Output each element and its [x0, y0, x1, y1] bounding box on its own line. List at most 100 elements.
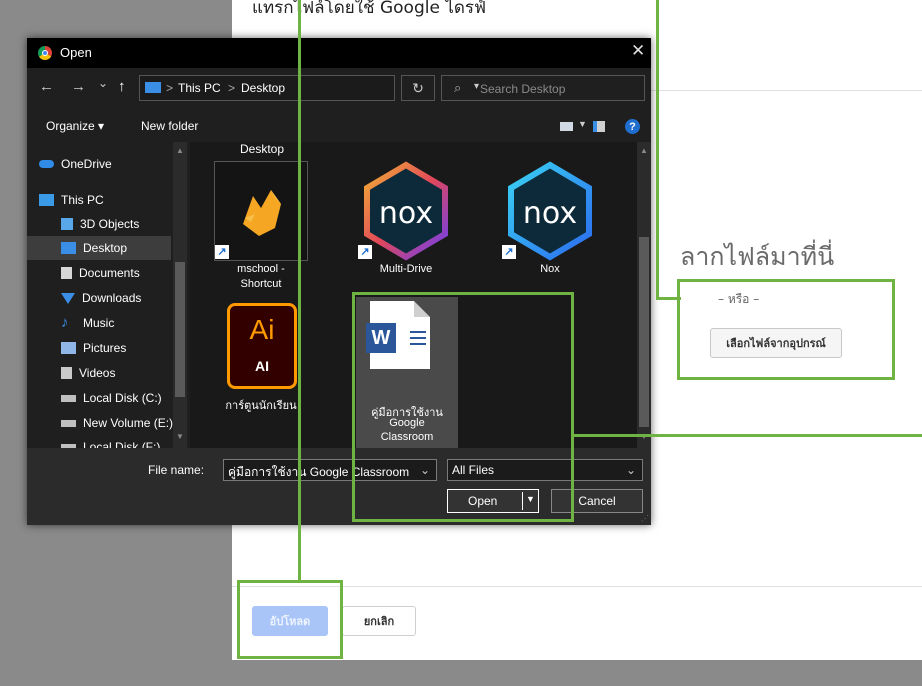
illustrator-logo-text: Ai: [249, 314, 275, 345]
sidebar-item-downloads[interactable]: Downloads: [27, 286, 185, 310]
file-item-multi-drive[interactable]: nox ↗ Multi-Drive: [356, 161, 456, 279]
group-header: Desktop: [240, 142, 285, 156]
file-name-label: File name:: [148, 463, 205, 477]
refresh-icon[interactable]: ↻: [401, 75, 435, 101]
chrome-icon: [38, 46, 52, 60]
illustrator-icon: Ai AI: [227, 303, 297, 389]
chevron-down-icon[interactable]: ▼: [578, 119, 587, 129]
annotation-box-select: [677, 279, 895, 380]
content-scroll-thumb[interactable]: [639, 237, 649, 427]
annotation-box-upload: [237, 580, 343, 659]
breadcrumb-desktop[interactable]: Desktop: [241, 81, 285, 95]
nox-icon: nox: [503, 161, 597, 261]
cube-icon: [61, 218, 73, 230]
sidebar-item-onedrive[interactable]: OneDrive: [27, 152, 185, 176]
scroll-down-icon[interactable]: ▼: [176, 432, 184, 441]
insert-title: แทรกไฟล์โดยใช้ Google ไดรฟ์: [252, 0, 487, 18]
sidebar-item-new-volume-e[interactable]: New Volume (E:): [27, 411, 185, 435]
this-pc-icon: [145, 82, 161, 93]
sidebar-item-label: This PC: [61, 193, 104, 207]
search-placeholder: Search Desktop: [480, 82, 566, 96]
sidebar-item-local-disk-f[interactable]: Local Disk (F:): [27, 435, 185, 448]
scroll-up-icon[interactable]: ▲: [176, 146, 184, 155]
annotation-line: [574, 434, 922, 437]
sidebar-item-label: Desktop: [83, 241, 128, 255]
forward-icon[interactable]: →: [71, 78, 86, 95]
sidebar-item-label: OneDrive: [61, 157, 112, 171]
sidebar-item-this-pc[interactable]: This PC: [27, 188, 185, 212]
computer-icon: [39, 194, 54, 206]
navigation-bar: ← → ⌄ ↑ > This PC > Desktop ▾ ↻ ⌕ Search…: [27, 74, 651, 104]
breadcrumb-separator: >: [166, 81, 174, 95]
search-icon: ⌕: [454, 80, 462, 95]
file-name: Nox: [540, 263, 560, 275]
sidebar-scroll-thumb[interactable]: [175, 262, 185, 397]
svg-text:nox: nox: [523, 196, 577, 231]
search-input[interactable]: ⌕ Search Desktop: [441, 75, 645, 101]
cancel-upload-button[interactable]: ยกเลิก: [342, 606, 416, 636]
chevron-down-icon[interactable]: ⌄: [626, 463, 636, 477]
nox-icon: nox: [359, 161, 453, 261]
drive-icon: [61, 394, 76, 402]
sidebar-item-label: Local Disk (F:): [83, 440, 161, 448]
help-icon[interactable]: ?: [625, 119, 640, 134]
file-name: Shortcut: [240, 278, 282, 290]
breadcrumb-separator: >: [228, 81, 236, 95]
breadcrumb-this-pc[interactable]: This PC: [178, 81, 221, 95]
command-bar: Organize ▾ New folder ▼ ?: [27, 114, 651, 140]
sidebar-item-label: Music: [83, 316, 115, 330]
resize-grip-icon[interactable]: ⋰: [641, 514, 649, 523]
video-icon: [61, 367, 72, 379]
back-icon[interactable]: ←: [39, 78, 54, 95]
up-icon[interactable]: ↑: [118, 78, 126, 95]
close-icon[interactable]: ✕: [631, 41, 645, 61]
scroll-up-icon[interactable]: ▲: [640, 146, 648, 155]
file-name: Multi-Drive: [379, 263, 433, 275]
sidebar-item-music[interactable]: ♪ Music: [27, 311, 185, 335]
download-icon: [61, 292, 75, 304]
sidebar-item-videos[interactable]: Videos: [27, 361, 185, 385]
file-name: การ์ตูนนักเรียน: [225, 400, 297, 412]
document-icon: [61, 267, 72, 279]
sidebar-item-label: Pictures: [83, 341, 127, 355]
recent-locations-icon[interactable]: ⌄: [98, 76, 108, 90]
svg-text:nox: nox: [379, 196, 433, 231]
cloud-icon: [39, 160, 54, 168]
drag-text: ลากไฟล์มาที่นี่: [680, 242, 835, 271]
sidebar-item-label: Videos: [79, 366, 116, 380]
sidebar-item-3d-objects[interactable]: 3D Objects: [27, 212, 185, 236]
sidebar-item-label: Documents: [79, 266, 140, 280]
dialog-title: Open: [60, 45, 92, 60]
sidebar-item-local-disk-c[interactable]: Local Disk (C:): [27, 386, 185, 410]
sidebar-item-documents[interactable]: Documents: [27, 261, 185, 285]
desktop-icon: [61, 242, 76, 254]
pictures-icon: [61, 342, 76, 354]
sidebar-item-pictures[interactable]: Pictures: [27, 336, 185, 360]
annotation-line: [298, 0, 301, 582]
sidebar-item-label: Downloads: [82, 291, 142, 305]
sidebar-item-label: New Volume (E:): [83, 416, 174, 430]
navigation-pane: OneDrive This PC 3D Objects Desktop Docu…: [27, 142, 187, 448]
content-scrollbar[interactable]: ▲ ▼: [637, 142, 651, 448]
file-item-nox[interactable]: nox ↗ Nox: [500, 161, 600, 279]
view-options-icon[interactable]: [560, 122, 573, 131]
preview-pane-icon[interactable]: [593, 121, 605, 132]
shortcut-arrow-icon: ↗: [358, 245, 372, 259]
sidebar-item-desktop[interactable]: Desktop: [27, 236, 171, 260]
drive-icon: [61, 419, 76, 427]
sidebar-item-label: 3D Objects: [80, 217, 140, 231]
sidebar-item-label: Local Disk (C:): [83, 391, 162, 405]
sidebar-scrollbar[interactable]: ▲ ▼: [173, 142, 187, 448]
shortcut-arrow-icon: ↗: [215, 245, 229, 259]
annotation-line: [656, 0, 659, 300]
annotation-box-file: [352, 292, 574, 522]
organize-button[interactable]: Organize ▾: [46, 119, 104, 133]
music-icon: ♪: [61, 314, 69, 331]
file-item-illustrator[interactable]: Ai AI การ์ตูนนักเรียน: [211, 297, 311, 417]
address-bar[interactable]: > This PC > Desktop ▾: [139, 75, 479, 101]
new-folder-button[interactable]: New folder: [141, 119, 198, 133]
dialog-titlebar: Open ✕: [27, 38, 651, 68]
file-item-mschool[interactable]: ↗ mschool - Shortcut: [211, 161, 311, 295]
illustrator-label: AI: [255, 358, 269, 374]
file-name: mschool -: [237, 263, 285, 275]
